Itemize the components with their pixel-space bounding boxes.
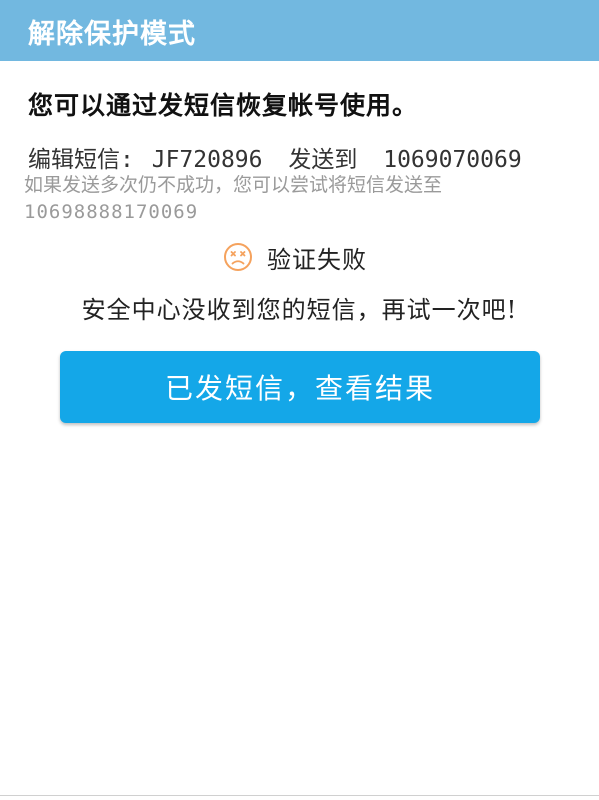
alt-sms-number: 10698888170069 [24,201,199,223]
send-to-label: 发送到 [288,147,358,173]
title-bar: 解除保护模式 [0,0,599,61]
intro-text: 您可以通过发短信恢复帐号使用。 [28,91,419,120]
sms-number: 1069070069 [383,147,522,173]
sad-face-icon [223,242,253,272]
sms-label: 编辑短信: [28,147,134,173]
retry-hint-text: 如果发送多次仍不成功，您可以尝试将短信发送至 [24,174,443,196]
check-result-button[interactable]: 已发短信，查看结果 [60,351,540,423]
status-message: 安全中心没收到您的短信，再试一次吧! [81,296,518,324]
sms-code: JF720896 [151,147,263,173]
page-title: 解除保护模式 [28,19,196,50]
sms-instruction: 编辑短信: JF720896 发送到 1069070069 [28,140,534,174]
status-title: 验证失败 [267,245,367,274]
retry-hint: 如果发送多次仍不成功，您可以尝试将短信发送至 10698888170069 [24,172,554,226]
verification-status: 验证失败 [223,240,367,274]
divider [0,795,599,796]
